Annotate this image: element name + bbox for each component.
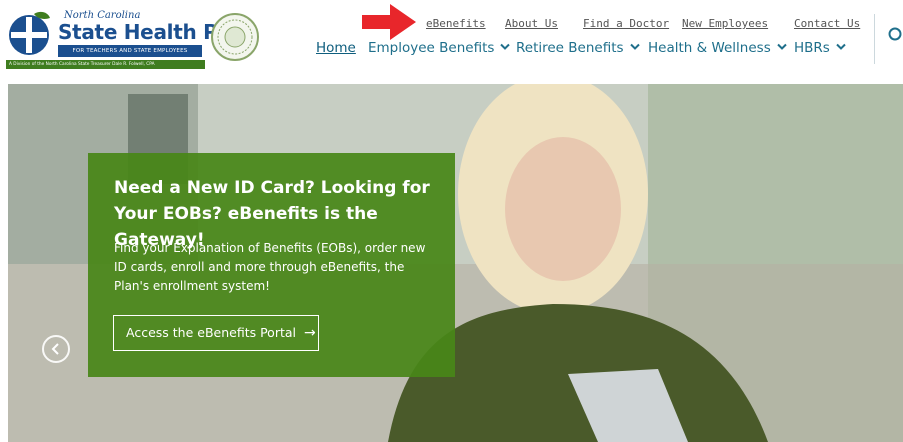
- promo-card: Need a New ID Card? Looking for Your EOB…: [88, 153, 455, 377]
- nav-health-wellness[interactable]: Health & Wellness: [648, 40, 787, 56]
- search-icon[interactable]: [887, 26, 903, 42]
- red-arrow-annotation-icon: [362, 4, 416, 40]
- nav-hbrs-label: HBRs: [794, 40, 830, 56]
- promo-body: Find your Explanation of Benefits (EOBs)…: [114, 241, 426, 293]
- chevron-down-icon: [629, 43, 640, 50]
- header-divider: [874, 14, 875, 64]
- util-link-about-us[interactable]: About Us: [505, 17, 558, 30]
- arrow-right-icon: →: [304, 325, 316, 341]
- chevron-down-icon: [777, 43, 787, 50]
- site-header: North Carolina State Health Plan FOR TEA…: [0, 0, 903, 80]
- util-link-find-a-doctor[interactable]: Find a Doctor: [583, 17, 669, 30]
- nav-employee-benefits-label: Employee Benefits: [368, 40, 495, 56]
- nav-employee-benefits[interactable]: Employee Benefits: [368, 40, 511, 56]
- logo-subtitle: FOR TEACHERS AND STATE EMPLOYEES: [58, 45, 202, 57]
- chevron-down-icon: [500, 43, 511, 50]
- carousel-prev-icon: [51, 343, 59, 355]
- nav-home[interactable]: Home: [316, 40, 356, 56]
- util-link-contact-us[interactable]: Contact Us: [794, 17, 860, 30]
- site-logo[interactable]: North Carolina State Health Plan FOR TEA…: [6, 6, 259, 69]
- nav-hbrs[interactable]: HBRs: [794, 40, 846, 56]
- carousel-prev-button[interactable]: [42, 335, 70, 363]
- util-link-new-employees[interactable]: New Employees: [682, 17, 768, 30]
- logo-mark-icon: [9, 11, 50, 55]
- nav-retiree-benefits-label: Retiree Benefits: [516, 40, 624, 56]
- state-seal-icon: [211, 13, 259, 61]
- promo-button-label: Access the eBenefits Portal: [126, 325, 296, 340]
- chevron-down-icon: [836, 43, 846, 50]
- nav-retiree-benefits[interactable]: Retiree Benefits: [516, 40, 640, 56]
- util-link-ebenefits[interactable]: eBenefits: [426, 17, 486, 30]
- logo-division-line: A Division of the North Carolina State T…: [6, 60, 205, 69]
- nav-health-wellness-label: Health & Wellness: [648, 40, 771, 56]
- access-ebenefits-portal-button[interactable]: Access the eBenefits Portal →: [113, 315, 319, 351]
